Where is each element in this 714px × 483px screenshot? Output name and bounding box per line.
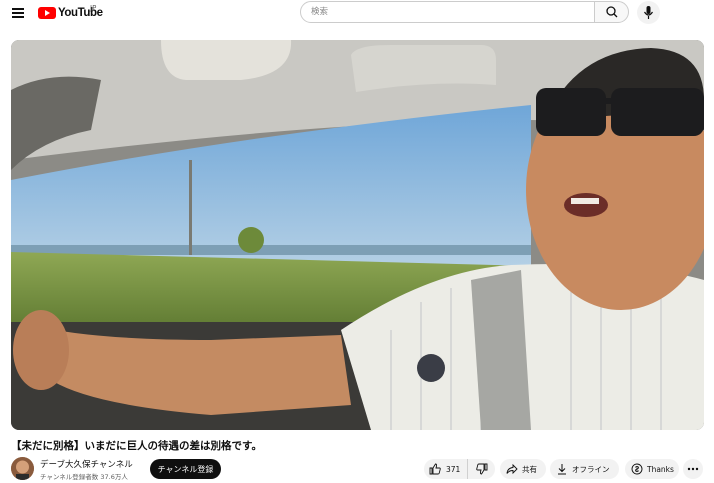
download-label: オフライン xyxy=(572,464,610,474)
play-logo-icon xyxy=(38,7,56,19)
region-code: JP xyxy=(90,4,97,12)
thanks-icon xyxy=(631,463,643,475)
dislike-button[interactable] xyxy=(467,459,495,479)
mic-icon xyxy=(644,6,653,19)
like-button[interactable]: 371 xyxy=(424,459,467,479)
channel-name[interactable]: デーブ大久保チャンネル xyxy=(40,458,133,470)
channel-avatar[interactable] xyxy=(11,457,34,480)
share-icon xyxy=(506,463,518,475)
thanks-button[interactable]: Thanks xyxy=(625,459,679,479)
masthead: YouTube JP xyxy=(0,0,714,28)
search-button[interactable] xyxy=(594,1,629,23)
voice-search-button[interactable] xyxy=(637,1,660,24)
more-horizontal-icon xyxy=(687,467,699,471)
thanks-label: Thanks xyxy=(647,464,674,474)
video-player[interactable] xyxy=(11,40,704,430)
thumbs-down-icon xyxy=(475,463,487,475)
download-button[interactable]: オフライン xyxy=(550,459,619,479)
search-input[interactable] xyxy=(311,5,581,19)
video-title: 【未だに別格】いまだに巨人の待遇の差は別格です。 xyxy=(11,440,262,452)
share-label: 共有 xyxy=(522,464,537,474)
search-icon xyxy=(606,6,618,18)
search-box[interactable] xyxy=(300,1,595,23)
thumbs-up-icon xyxy=(429,463,441,475)
avatar-image xyxy=(11,457,34,480)
video-frame xyxy=(11,40,704,430)
menu-icon[interactable] xyxy=(11,6,27,20)
share-button[interactable]: 共有 xyxy=(500,459,546,479)
subscribe-button[interactable]: チャンネル登録 xyxy=(150,459,221,479)
more-actions-button[interactable] xyxy=(683,459,703,479)
subscriber-count: チャンネル登録者数 37.6万人 xyxy=(40,473,128,481)
like-count: 371 xyxy=(446,464,461,474)
download-icon xyxy=(558,464,566,475)
